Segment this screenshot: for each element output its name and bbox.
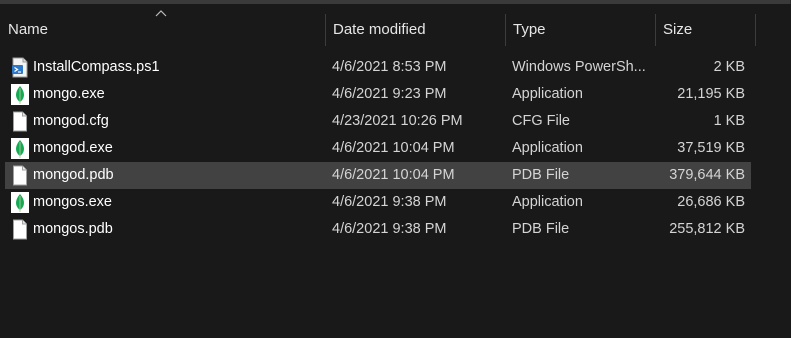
- column-resize-handle[interactable]: [655, 14, 656, 46]
- file-type: Application: [512, 194, 583, 210]
- file-name: mongos.pdb: [33, 221, 113, 237]
- mongodb-leaf-icon: [10, 192, 30, 213]
- file-size: 37,519 KB: [677, 140, 745, 156]
- column-header-row: Name Date modified Type Size: [0, 14, 791, 46]
- file-row[interactable]: mongod.exe 4/6/2021 10:04 PM Application 37…: [5, 135, 751, 162]
- file-type: CFG File: [512, 113, 570, 129]
- file-size: 1 KB: [713, 113, 745, 129]
- file-date-modified: 4/6/2021 9:38 PM: [332, 194, 447, 210]
- file-date-modified: 4/6/2021 10:04 PM: [332, 167, 455, 183]
- file-date-modified: 4/6/2021 9:38 PM: [332, 221, 447, 237]
- file-date-modified: 4/6/2021 8:53 PM: [332, 59, 447, 75]
- file-size: 379,644 KB: [669, 167, 745, 183]
- column-header-date-modified[interactable]: Date modified: [333, 14, 503, 46]
- file-date-modified: 4/6/2021 9:23 PM: [332, 86, 447, 102]
- file-size: 26,686 KB: [677, 194, 745, 210]
- file-name: mongod.exe: [33, 140, 113, 156]
- file-name: mongod.cfg: [33, 113, 109, 129]
- column-header-type[interactable]: Type: [513, 14, 653, 46]
- file-size: 255,812 KB: [669, 221, 745, 237]
- mongodb-leaf-icon: [10, 84, 30, 105]
- file-row[interactable]: mongod.pdb 4/6/2021 10:04 PM PDB File 379,6…: [5, 162, 751, 189]
- powershell-script-icon: [10, 57, 30, 78]
- file-row[interactable]: InstallCompass.ps1 4/6/2021 8:53 PM Window…: [5, 54, 751, 81]
- file-name: InstallCompass.ps1: [33, 59, 160, 75]
- file-name: mongo.exe: [33, 86, 105, 102]
- file-date-modified: 4/6/2021 10:04 PM: [332, 140, 455, 156]
- file-type: Windows PowerSh...: [512, 59, 645, 75]
- column-resize-handle[interactable]: [325, 14, 326, 46]
- column-header-name[interactable]: Name: [8, 14, 324, 46]
- document-icon: [10, 111, 30, 132]
- file-size: 2 KB: [713, 59, 745, 75]
- column-resize-handle[interactable]: [755, 14, 756, 46]
- file-type: Application: [512, 140, 583, 156]
- file-type: Application: [512, 86, 583, 102]
- file-name: mongos.exe: [33, 194, 112, 210]
- mongodb-leaf-icon: [10, 138, 30, 159]
- column-header-size[interactable]: Size: [663, 14, 753, 46]
- pane-top-border-segment: [0, 0, 790, 4]
- file-name: mongod.pdb: [33, 167, 114, 183]
- file-row[interactable]: mongos.exe 4/6/2021 9:38 PM Application 26,…: [5, 189, 751, 216]
- pane-top-border: [0, 0, 791, 4]
- document-icon: [10, 165, 30, 186]
- file-row[interactable]: mongos.pdb 4/6/2021 9:38 PM PDB File 255,81…: [5, 216, 751, 243]
- file-date-modified: 4/23/2021 10:26 PM: [332, 113, 463, 129]
- file-explorer-pane: Name Date modified Type Size InstallComp…: [0, 0, 791, 338]
- file-size: 21,195 KB: [677, 86, 745, 102]
- column-resize-handle[interactable]: [505, 14, 506, 46]
- file-type: PDB File: [512, 221, 570, 237]
- file-row[interactable]: mongo.exe 4/6/2021 9:23 PM Application 21,1…: [5, 81, 751, 108]
- document-icon: [10, 219, 30, 240]
- file-row[interactable]: mongod.cfg 4/23/2021 10:26 PM CFG File 1 KB: [5, 108, 751, 135]
- file-type: PDB File: [512, 167, 570, 183]
